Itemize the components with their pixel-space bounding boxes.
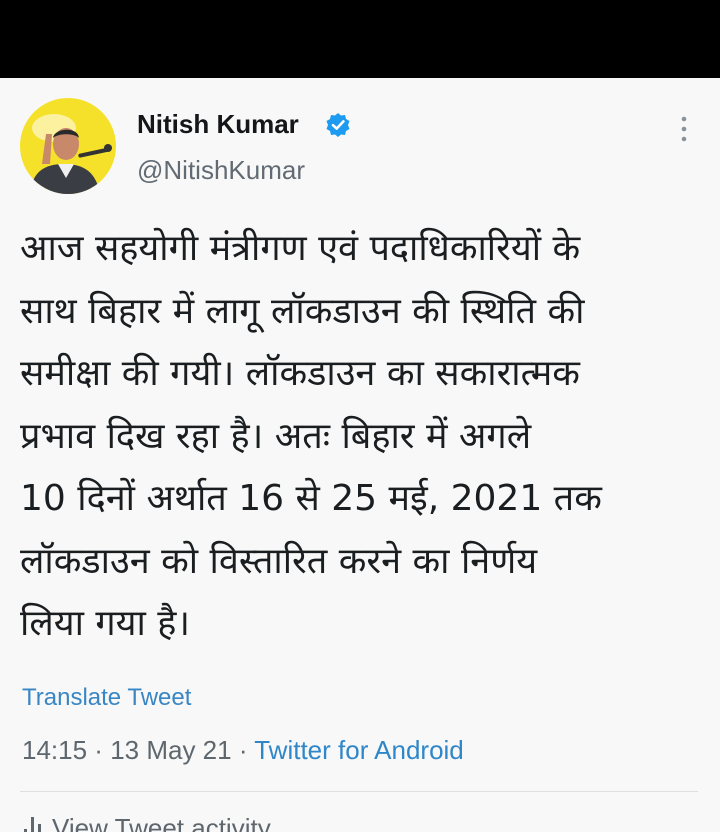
meta-separator: · [87, 735, 111, 765]
tweet-source-link[interactable]: Twitter for Android [254, 735, 464, 765]
meta-separator: · [231, 735, 255, 765]
tweet-text-line: समीक्षा की गयी। लॉकडाउन का सकारात्मक [20, 353, 580, 394]
tweet-text: आज सहयोगी मंत्रीगण एवं पदाधिकारियों के स… [20, 218, 710, 656]
bar-chart-icon [24, 817, 41, 832]
tweet-text-line: प्रभाव दिख रहा है। अतः बिहार में अगले [20, 415, 532, 457]
display-name[interactable]: Nitish Kumar [137, 109, 299, 140]
tweet-date: 13 May 21 [110, 735, 232, 765]
more-options-icon[interactable] [672, 114, 696, 144]
divider [20, 791, 698, 792]
tweet-text-line: लॉकडाउन को विस्तारित करने का निर्णय [20, 540, 538, 582]
tweet-text-line: 10 दिनों अर्थात 16 से 25 मई, 2021 तक [20, 478, 602, 519]
top-status-bar [0, 0, 720, 78]
verified-badge-icon [326, 113, 350, 137]
tweet-text-line: आज सहयोगी मंत्रीगण एवं पदाधिकारियों के [20, 228, 581, 269]
view-tweet-activity-label: View Tweet activity [52, 813, 271, 832]
view-tweet-activity-button[interactable]: View Tweet activity [22, 813, 271, 832]
user-handle[interactable]: @NitishKumar [137, 155, 305, 186]
tweet-text-line: लिया गया है। [20, 603, 191, 644]
tweet-metadata: 14:15 · 13 May 21 · Twitter for Android [22, 735, 464, 766]
translate-tweet-link[interactable]: Translate Tweet [22, 684, 191, 712]
avatar[interactable] [20, 98, 116, 194]
tweet-text-line: साथ बिहार में लागू लॉकडाउन की स्थिति की [20, 290, 585, 332]
tweet-time: 14:15 [22, 735, 88, 765]
